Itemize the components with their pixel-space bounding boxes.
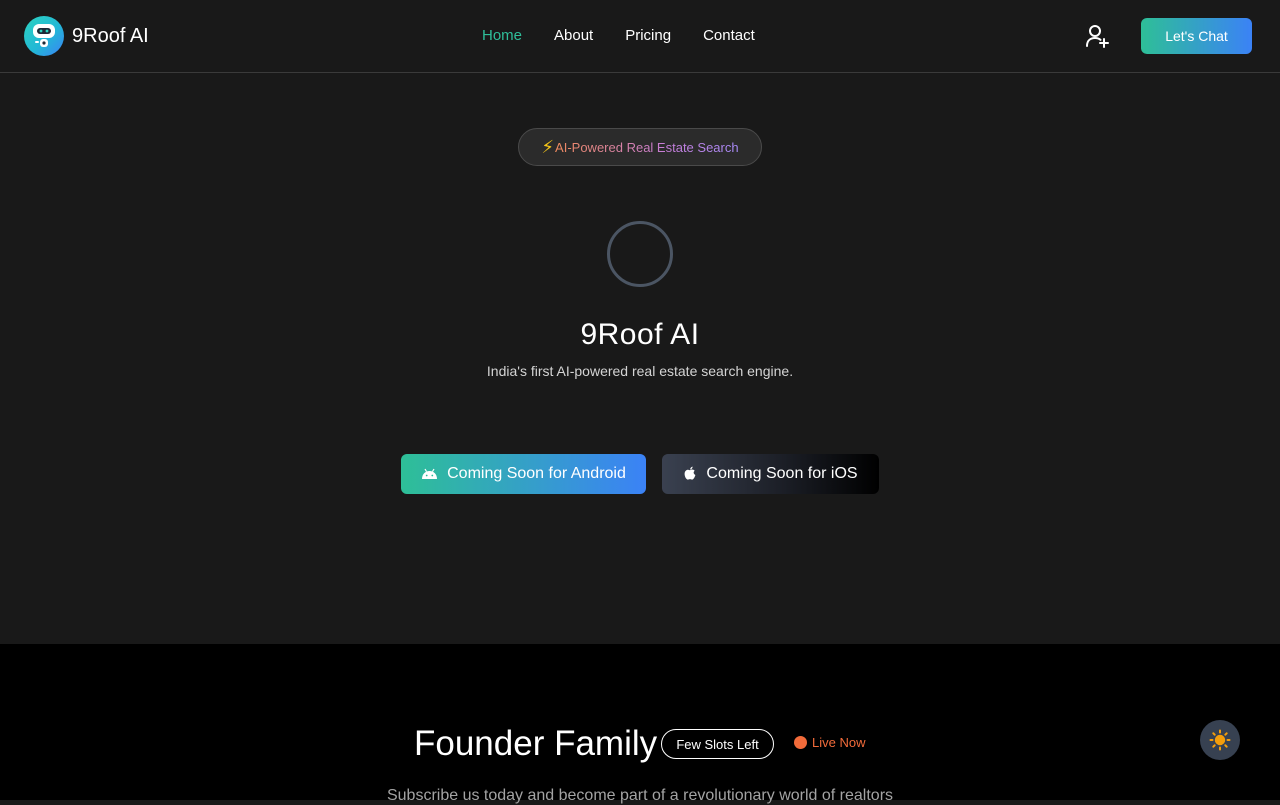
- android-icon: [422, 468, 438, 479]
- nav-home-link[interactable]: Home: [482, 24, 522, 48]
- theme-toggle-button[interactable]: [1200, 720, 1240, 760]
- loading-spinner: [607, 221, 673, 287]
- site-header: 9Roof AI Home About Pricing Contact Let'…: [0, 0, 1280, 73]
- ios-coming-soon-button[interactable]: Coming Soon for iOS: [662, 454, 879, 494]
- brand-logo-link[interactable]: 9Roof AI: [24, 16, 149, 56]
- sun-icon: [1209, 729, 1231, 751]
- founder-family-section: Founder Family Few Slots Left Live Now S…: [0, 644, 1280, 804]
- robot-logo-icon: [24, 16, 64, 56]
- ios-button-label: Coming Soon for iOS: [706, 465, 858, 482]
- lightning-bolt-icon: ⚡: [541, 137, 555, 157]
- brand-name: 9Roof AI: [72, 24, 149, 47]
- live-now-label: Live Now: [812, 735, 866, 750]
- badge-text: AI-Powered Real Estate Search: [555, 139, 739, 155]
- founder-family-title: Founder Family: [414, 724, 658, 763]
- nav-pricing-link[interactable]: Pricing: [625, 24, 671, 48]
- few-slots-left-badge: Few Slots Left: [661, 729, 774, 759]
- hero-section: ⚡ AI-Powered Real Estate Search 9Roof AI…: [0, 73, 1280, 644]
- main-nav: Home About Pricing Contact: [482, 24, 755, 48]
- founder-family-subtitle: Subscribe us today and become part of a …: [386, 787, 894, 804]
- ai-search-badge: ⚡ AI-Powered Real Estate Search: [518, 128, 762, 166]
- android-button-label: Coming Soon for Android: [447, 465, 626, 482]
- live-dot-icon: [794, 736, 807, 749]
- nav-about-link[interactable]: About: [554, 24, 593, 48]
- lets-chat-button[interactable]: Let's Chat: [1141, 18, 1252, 54]
- nav-contact-link[interactable]: Contact: [703, 24, 755, 48]
- apple-icon: [685, 466, 696, 480]
- live-now-indicator: Live Now: [794, 735, 865, 750]
- hero-title: 9Roof AI: [580, 318, 700, 351]
- user-plus-icon[interactable]: [1084, 23, 1110, 49]
- android-coming-soon-button[interactable]: Coming Soon for Android: [401, 454, 646, 494]
- hero-subtitle: India's first AI-powered real estate sea…: [486, 363, 794, 379]
